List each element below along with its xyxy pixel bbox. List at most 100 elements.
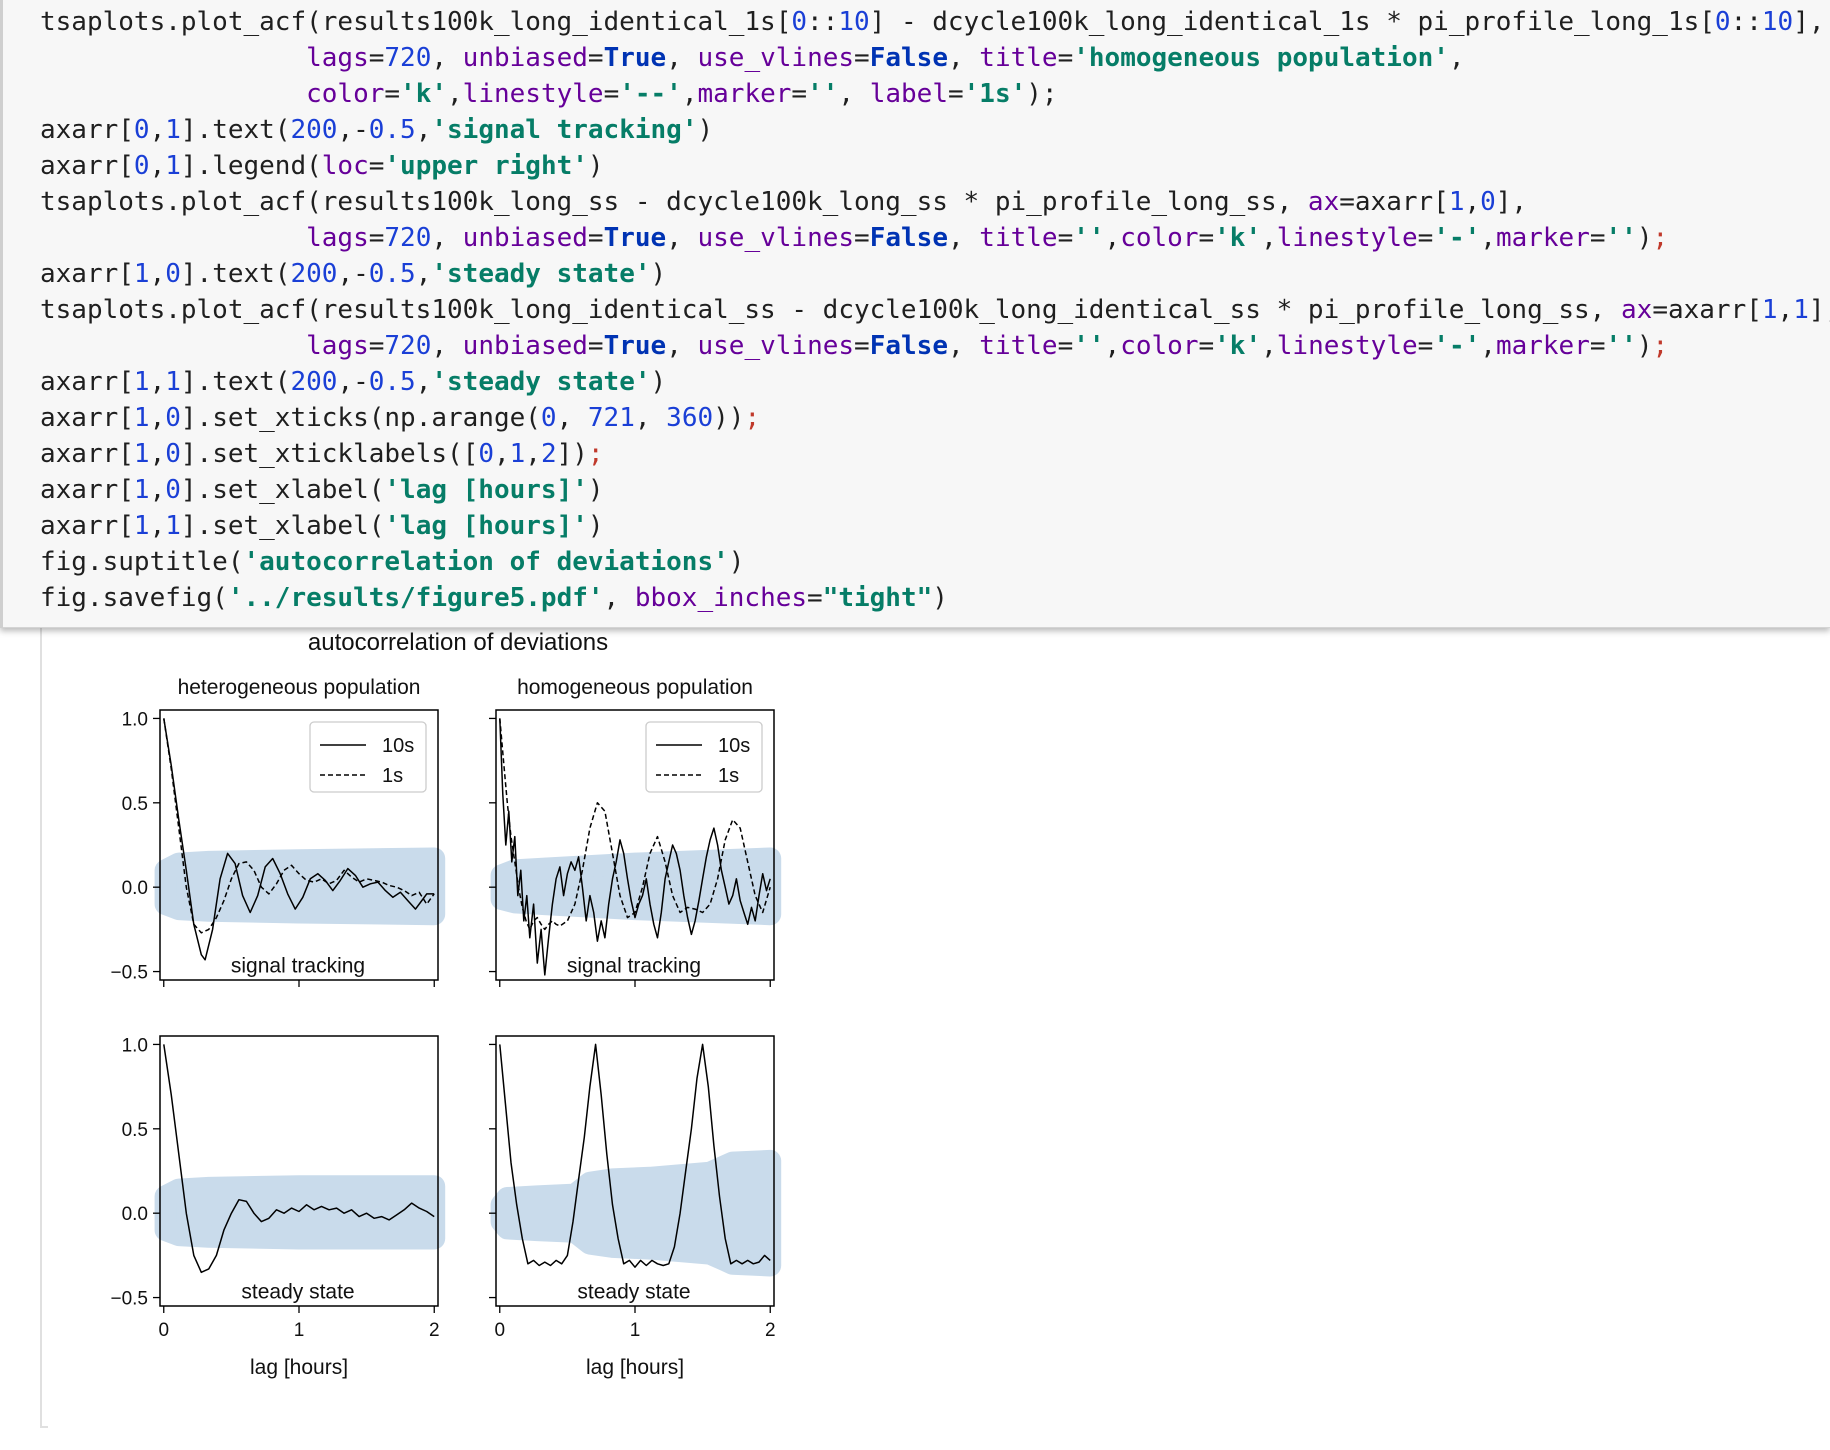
legend-box bbox=[309, 721, 427, 793]
code-token: , bbox=[1261, 331, 1277, 361]
code-token: ], bbox=[1793, 7, 1825, 37]
confidence-band bbox=[490, 1149, 782, 1277]
legend-box bbox=[645, 721, 763, 793]
code-line[interactable]: axarr[1,1].set_xlabel('lag [hours]') bbox=[40, 508, 604, 544]
code-token: , bbox=[1480, 223, 1496, 253]
code-token: 1 bbox=[133, 439, 150, 469]
code-token: 1 bbox=[133, 475, 150, 505]
code-token: tsaplots.plot_acf(results100k_long_ss - … bbox=[40, 187, 1308, 217]
code-token: '-' bbox=[1433, 223, 1481, 253]
code-token: axarr[ bbox=[40, 151, 134, 181]
code-token: 1 bbox=[509, 439, 526, 469]
code-line[interactable]: tsaplots.plot_acf(results100k_long_ident… bbox=[40, 4, 1825, 40]
code-token: , bbox=[1777, 295, 1794, 325]
code-line[interactable]: axarr[0,1].legend(loc='upper right') bbox=[40, 148, 604, 184]
code-token: , bbox=[634, 403, 667, 433]
code-token: , bbox=[525, 439, 541, 469]
code-token: ].text( bbox=[180, 115, 291, 145]
subplot-annotation: steady state bbox=[241, 1281, 354, 1304]
code-line[interactable]: lags=720, unbiased=True, use_vlines=Fals… bbox=[40, 328, 1668, 364]
code-token: , bbox=[493, 439, 510, 469]
code-token: True bbox=[603, 43, 667, 73]
code-line[interactable]: axarr[1,0].set_xlabel('lag [hours]') bbox=[40, 472, 604, 508]
code-token: 0 bbox=[165, 439, 181, 469]
code-token: False bbox=[869, 223, 948, 253]
code-token: :: bbox=[807, 7, 839, 37]
code-token: 1 bbox=[165, 151, 181, 181]
y-tick-label: 0.0 bbox=[122, 878, 148, 899]
code-token: ) bbox=[650, 367, 667, 397]
code-line[interactable]: axarr[1,1].text(200,-0.5,'steady state') bbox=[40, 364, 666, 400]
code-token: 'lag [hours]' bbox=[384, 475, 588, 505]
code-token: 'lag [hours]' bbox=[384, 511, 588, 541]
code-token: = bbox=[791, 79, 808, 109]
x-axis-label: lag [hours] bbox=[586, 1356, 684, 1379]
code-token: 200 bbox=[290, 115, 338, 145]
code-token: lags bbox=[306, 331, 369, 361]
code-token: unbiased bbox=[462, 223, 588, 253]
code-token: 1 bbox=[1761, 295, 1778, 325]
code-token: 1 bbox=[1448, 187, 1465, 217]
code-token: unbiased bbox=[462, 43, 588, 73]
code-line[interactable]: lags=720, unbiased=True, use_vlines=Fals… bbox=[40, 220, 1668, 256]
code-token: fig.suptitle( bbox=[40, 547, 244, 577]
subplot-1-0: −0.5 0.0 0.5 1.0 0 1 2 lag [hours] steady state bbox=[110, 1035, 446, 1379]
code-line[interactable]: axarr[1,0].set_xticklabels([0,1,2]); bbox=[40, 436, 604, 472]
code-token: 'upper right' bbox=[384, 151, 588, 181]
code-token: ,- bbox=[337, 367, 369, 397]
code-line[interactable]: axarr[1,0].set_xticks(np.arange(0, 721, … bbox=[40, 400, 760, 436]
code-token: 'k' bbox=[1214, 331, 1262, 361]
code-token: = bbox=[603, 79, 620, 109]
code-line[interactable]: lags=720, unbiased=True, use_vlines=Fals… bbox=[40, 40, 1464, 76]
subplot-title: homogeneous population bbox=[517, 676, 753, 699]
code-token: , bbox=[415, 367, 432, 397]
code-token: '' bbox=[1073, 331, 1105, 361]
code-line[interactable]: color='k',linestyle='--',marker='', labe… bbox=[40, 76, 1058, 112]
code-token: axarr[ bbox=[40, 259, 134, 289]
code-token: ].text( bbox=[180, 259, 291, 289]
code-token: title bbox=[979, 331, 1058, 361]
y-tick-label: 0.5 bbox=[122, 1120, 148, 1141]
code-token: marker bbox=[1495, 223, 1590, 253]
y-tick-label: 0.0 bbox=[122, 1204, 148, 1225]
code-token: ); bbox=[1026, 79, 1058, 109]
code-token: 10 bbox=[838, 7, 870, 37]
x-tick-label: 0 bbox=[494, 1320, 505, 1341]
legend-label: 1s bbox=[382, 765, 403, 787]
code-line[interactable]: tsaplots.plot_acf(results100k_long_ss - … bbox=[40, 184, 1527, 220]
code-cell[interactable]: tsaplots.plot_acf(results100k_long_ident… bbox=[0, 0, 1830, 628]
code-token: 2 bbox=[540, 439, 557, 469]
code-token: , bbox=[603, 583, 635, 613]
code-line[interactable]: tsaplots.plot_acf(results100k_long_ident… bbox=[40, 292, 1830, 328]
code-token: ,- bbox=[337, 259, 369, 289]
code-token: loc bbox=[321, 151, 369, 181]
code-token: 'k' bbox=[1214, 223, 1262, 253]
code-token: 721 bbox=[587, 403, 635, 433]
x-tick-label: 1 bbox=[294, 1320, 305, 1341]
code-token: 'autocorrelation of deviations' bbox=[243, 547, 729, 577]
code-token: ) bbox=[587, 151, 604, 181]
code-line[interactable]: axarr[0,1].text(200,-0.5,'signal trackin… bbox=[40, 112, 713, 148]
code-token: ].set_xticks(np.arange( bbox=[180, 403, 541, 433]
code-token: ; bbox=[1652, 331, 1669, 361]
code-token: '' bbox=[1605, 223, 1637, 253]
code-token: ) bbox=[1636, 331, 1653, 361]
code-token: True bbox=[603, 331, 667, 361]
y-tick-label: −0.5 bbox=[110, 1289, 148, 1310]
code-token: = bbox=[947, 79, 964, 109]
code-line[interactable]: axarr[1,0].text(200,-0.5,'steady state') bbox=[40, 256, 666, 292]
code-token: 0 bbox=[478, 439, 494, 469]
code-line[interactable]: fig.savefig('../results/figure5.pdf', bb… bbox=[40, 580, 948, 616]
code-line[interactable]: fig.suptitle('autocorrelation of deviati… bbox=[40, 544, 744, 580]
code-token: , bbox=[666, 223, 698, 253]
code-token: 0 bbox=[1714, 7, 1731, 37]
code-token: linestyle bbox=[462, 79, 604, 109]
code-token: = bbox=[1417, 331, 1434, 361]
code-token: unbiased bbox=[462, 331, 588, 361]
code-token: , bbox=[149, 475, 166, 505]
code-token: 0 bbox=[540, 403, 557, 433]
code-token: 1 bbox=[1793, 295, 1809, 325]
code-token: , bbox=[666, 331, 698, 361]
